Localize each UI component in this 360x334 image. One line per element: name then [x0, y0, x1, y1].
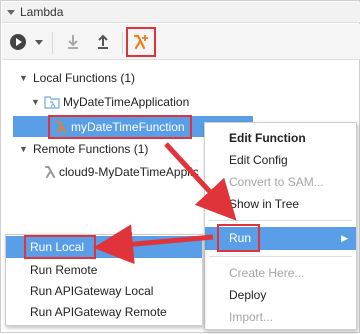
chevron-down-icon	[35, 40, 43, 45]
download-arrow-icon	[68, 35, 78, 49]
menu-item-label: Run APIGateway Local	[30, 284, 154, 298]
menu-item-edit-config[interactable]: Edit Config	[205, 149, 356, 171]
menu-item-label: Run Remote	[30, 263, 98, 277]
lambda-plus-icon	[133, 34, 148, 50]
lambda-icon	[55, 120, 67, 140]
submenu-arrow-icon: ▶	[341, 233, 348, 243]
tree-label: cloud9-MyDateTimeApplic	[59, 165, 199, 179]
tree-label: MyDateTimeApplication	[63, 95, 190, 109]
menu-item-label: Edit Config	[229, 153, 288, 167]
tree-node-local-functions[interactable]: ▼ Local Functions (1)	[1, 68, 301, 88]
menu-item-create-here[interactable]: Create Here...	[205, 262, 356, 284]
menu-separator	[209, 220, 352, 221]
tree-label: Local Functions (1)	[33, 71, 136, 85]
menu-item-run-apigateway-local[interactable]: Run APIGateway Local	[6, 280, 202, 302]
lambda-icon	[44, 165, 56, 182]
create-function-button[interactable]	[131, 32, 151, 52]
menu-item-label: Edit Function	[229, 131, 306, 145]
menu-item-run-remote[interactable]: Run Remote	[6, 259, 202, 281]
play-circle-icon	[10, 34, 26, 50]
menu-item-import[interactable]: Import...	[205, 306, 356, 328]
upload-arrow-icon	[98, 34, 108, 49]
run-options-dropdown[interactable]	[33, 32, 45, 52]
menu-item-convert-to-sam[interactable]: Convert to SAM...	[205, 171, 356, 193]
panel-title: Lambda	[20, 5, 64, 19]
annotation-highlight-box	[217, 224, 260, 252]
menu-item-label: Convert to SAM...	[229, 175, 324, 189]
collapse-caret-icon[interactable]	[2, 2, 20, 23]
menu-item-label: Run APIGateway Remote	[30, 305, 167, 319]
expanded-caret-icon[interactable]: ▼	[31, 92, 40, 112]
lambda-panel: Lambda ▼ Local Functions (1) ▼ MyDateTim…	[0, 0, 360, 333]
menu-item-label: Import...	[229, 310, 274, 324]
menu-item-run-apigateway-remote[interactable]: Run APIGateway Remote	[6, 301, 202, 323]
tree-label: Remote Functions (1)	[33, 142, 149, 156]
download-button[interactable]	[64, 32, 82, 52]
menu-separator	[209, 256, 352, 257]
toolbar-divider	[122, 32, 123, 54]
context-menu: Edit Function Edit Config Convert to SAM…	[204, 122, 357, 330]
menu-item-show-in-tree[interactable]: Show in Tree	[205, 193, 356, 215]
run-button[interactable]	[8, 32, 28, 52]
tree-label: myDateTimeFunction	[71, 120, 185, 134]
menu-item-deploy[interactable]: Deploy	[205, 284, 356, 306]
tree-node-application[interactable]: ▼ MyDateTimeApplication	[1, 92, 301, 112]
run-submenu: Run Local Run Remote Run APIGateway Loca…	[5, 234, 203, 326]
toolbar-divider	[52, 32, 53, 54]
expanded-caret-icon[interactable]: ▼	[19, 68, 28, 88]
folder-icon	[44, 95, 60, 115]
toolbar	[2, 24, 360, 60]
tree-node-remote-function[interactable]: cloud9-MyDateTimeApplic	[1, 162, 211, 182]
menu-item-label: Create Here...	[229, 266, 305, 280]
expanded-caret-icon[interactable]: ▼	[19, 139, 28, 159]
menu-item-label: Show in Tree	[229, 197, 300, 211]
upload-button[interactable]	[94, 32, 112, 52]
menu-item-edit-function[interactable]: Edit Function	[205, 127, 356, 149]
annotation-highlight-box	[24, 235, 96, 259]
menu-item-label: Deploy	[229, 288, 267, 302]
panel-titlebar: Lambda	[2, 2, 360, 23]
